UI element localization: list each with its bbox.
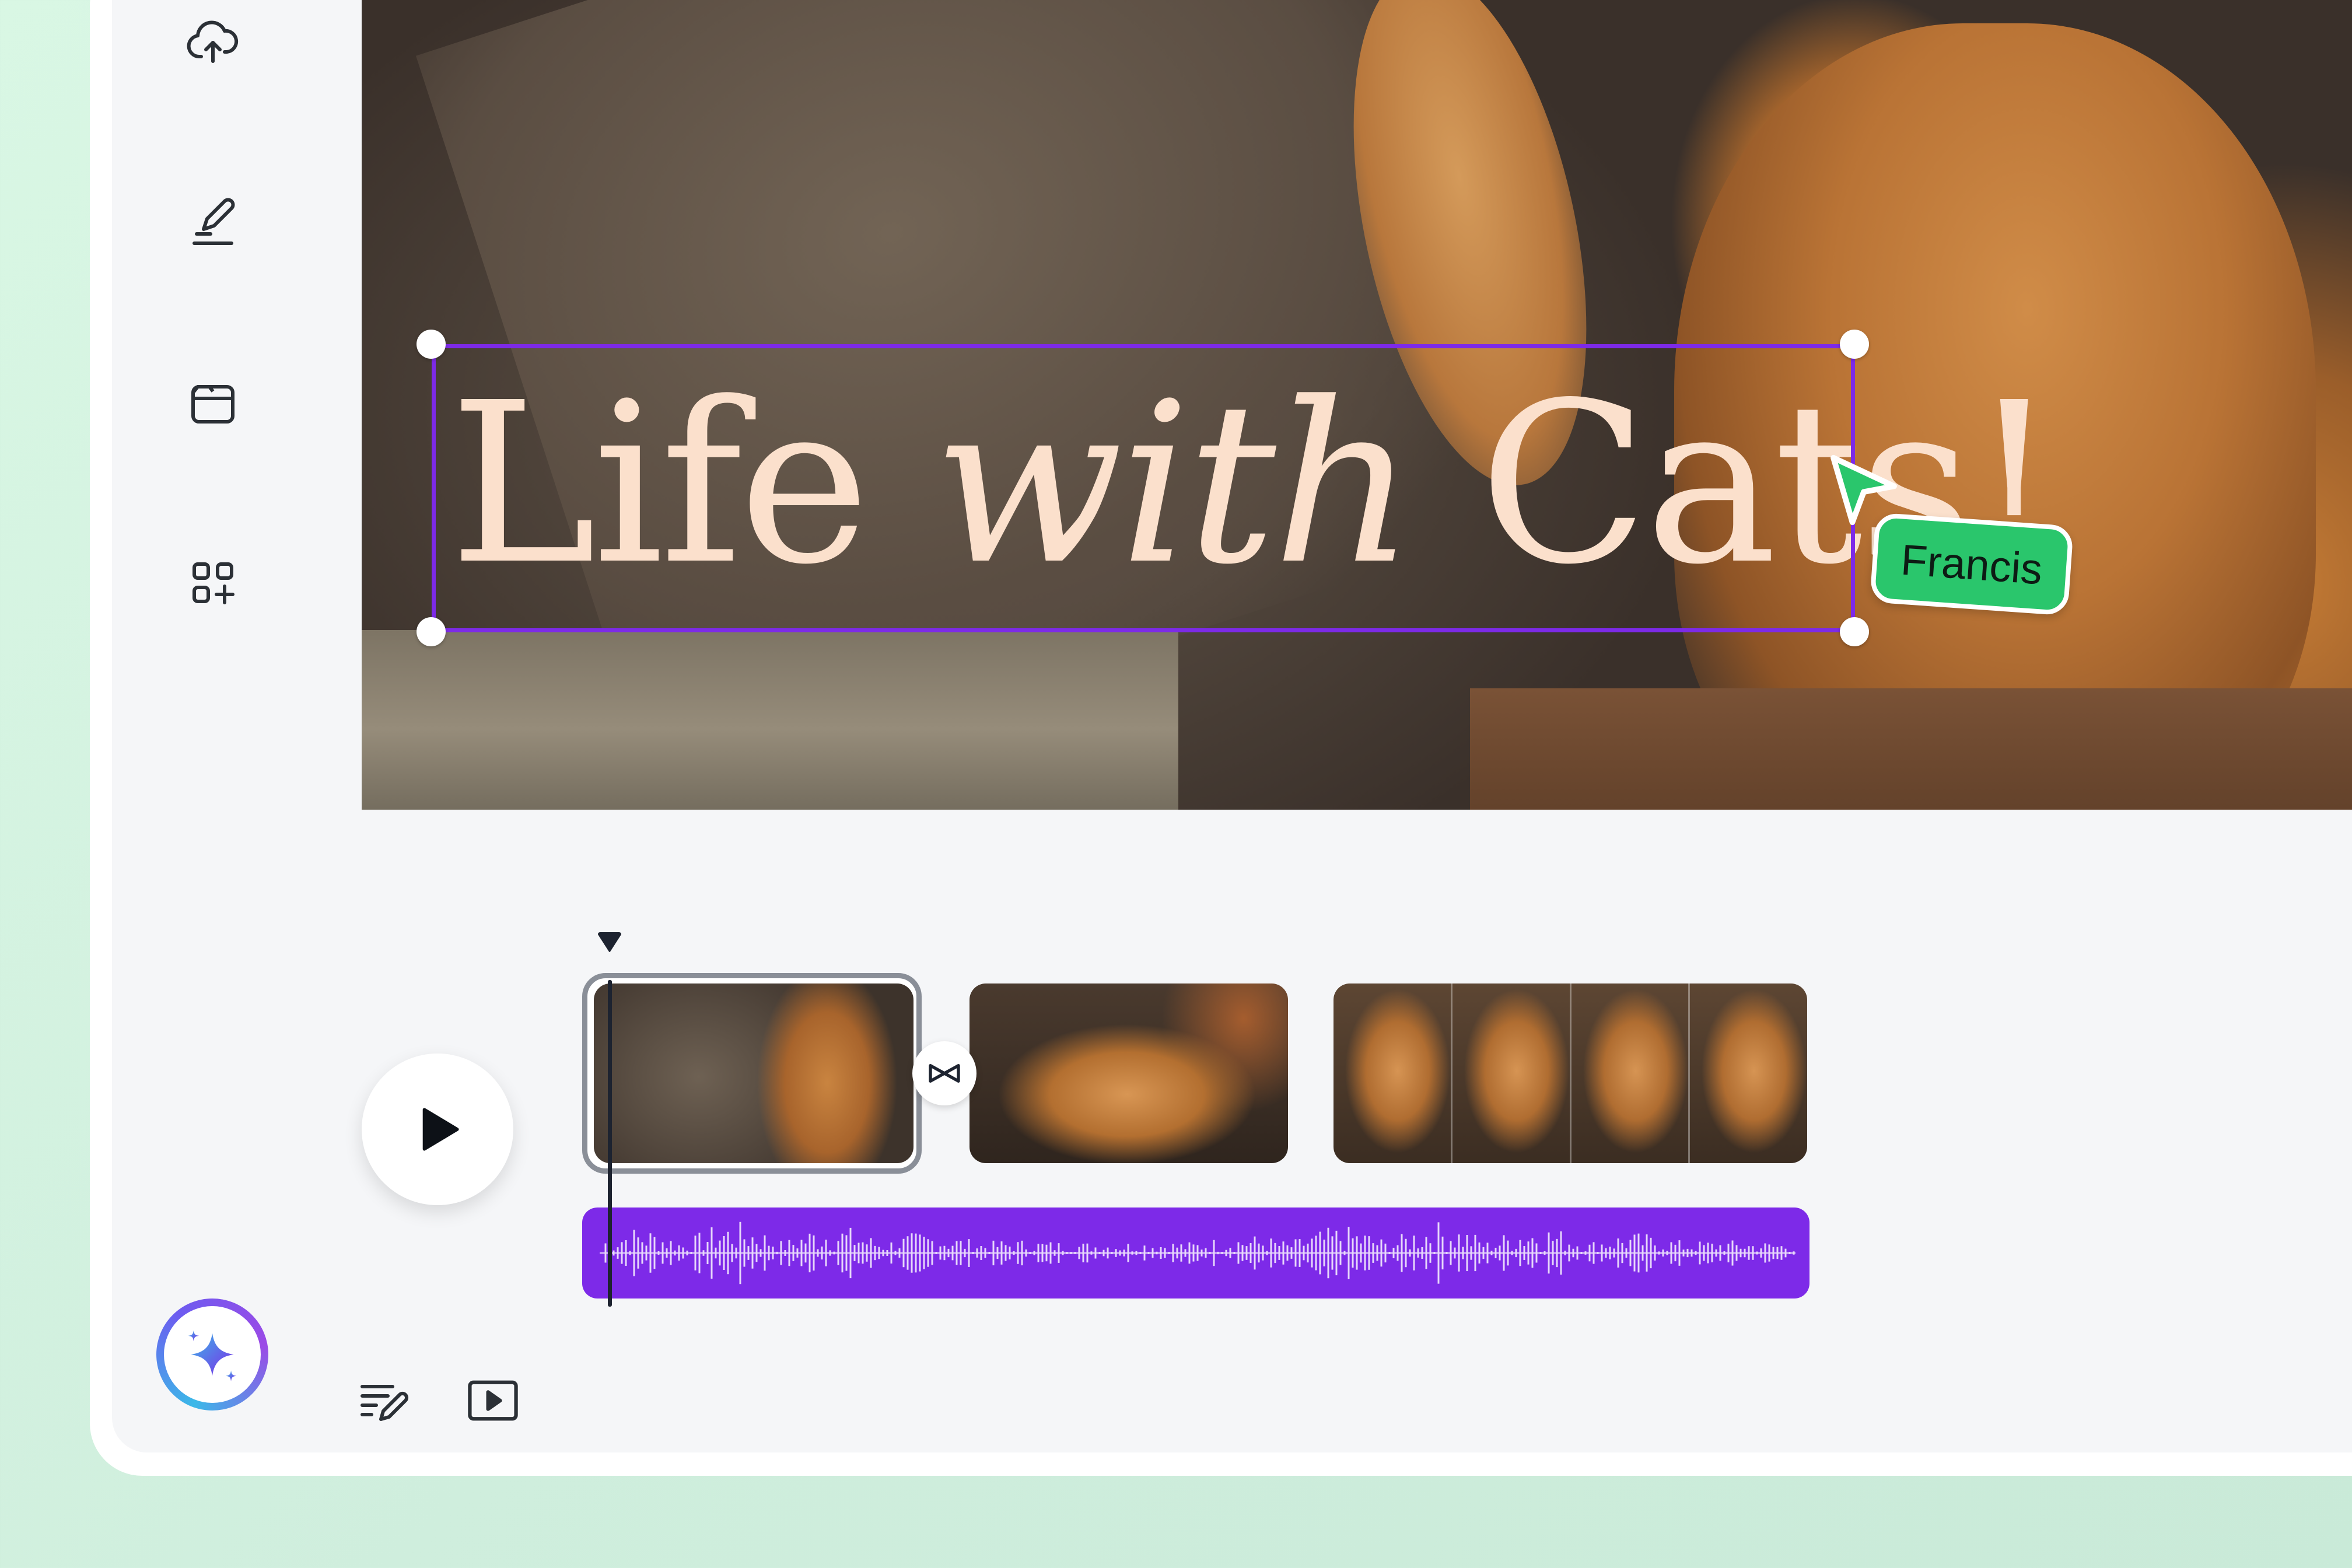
clip-frame [1571,984,1690,1163]
clip-frame [1334,984,1452,1163]
selection-box[interactable] [432,344,1855,632]
collaborator-name-label: Francis [1870,512,2074,616]
play-icon [422,1108,459,1151]
play-button[interactable] [362,1054,513,1205]
sparkle-icon [188,1330,237,1381]
playhead-line[interactable] [608,980,612,1307]
playhead-marker-icon[interactable] [596,931,624,954]
timeline-clip-2[interactable] [970,984,1288,1163]
resize-handle-bottom-left[interactable] [416,617,446,646]
present-button[interactable] [461,1368,525,1433]
magic-assistant-button[interactable] [156,1298,268,1410]
notes-edit-icon [360,1385,409,1421]
bowtie-transition-icon [929,1064,960,1083]
audio-track[interactable] [582,1208,1810,1298]
cloud-upload-icon[interactable] [181,10,245,75]
apps-add-icon[interactable] [181,551,245,615]
present-play-icon [468,1380,518,1421]
resize-handle-top-right[interactable] [1840,330,1869,359]
transition-button[interactable] [912,1041,977,1105]
resize-handle-bottom-right[interactable] [1840,617,1869,646]
folder-icon[interactable] [181,371,245,435]
timeline-clip-3[interactable] [1334,984,1807,1163]
clip-frame [1452,984,1572,1163]
resize-handle-top-left[interactable] [416,330,446,359]
timeline-clip-1[interactable] [594,984,914,1163]
clip-frame [1690,984,1807,1163]
audio-waveform [600,1222,1796,1284]
draw-pen-icon[interactable] [181,190,245,254]
notes-edit-button[interactable] [351,1368,415,1433]
